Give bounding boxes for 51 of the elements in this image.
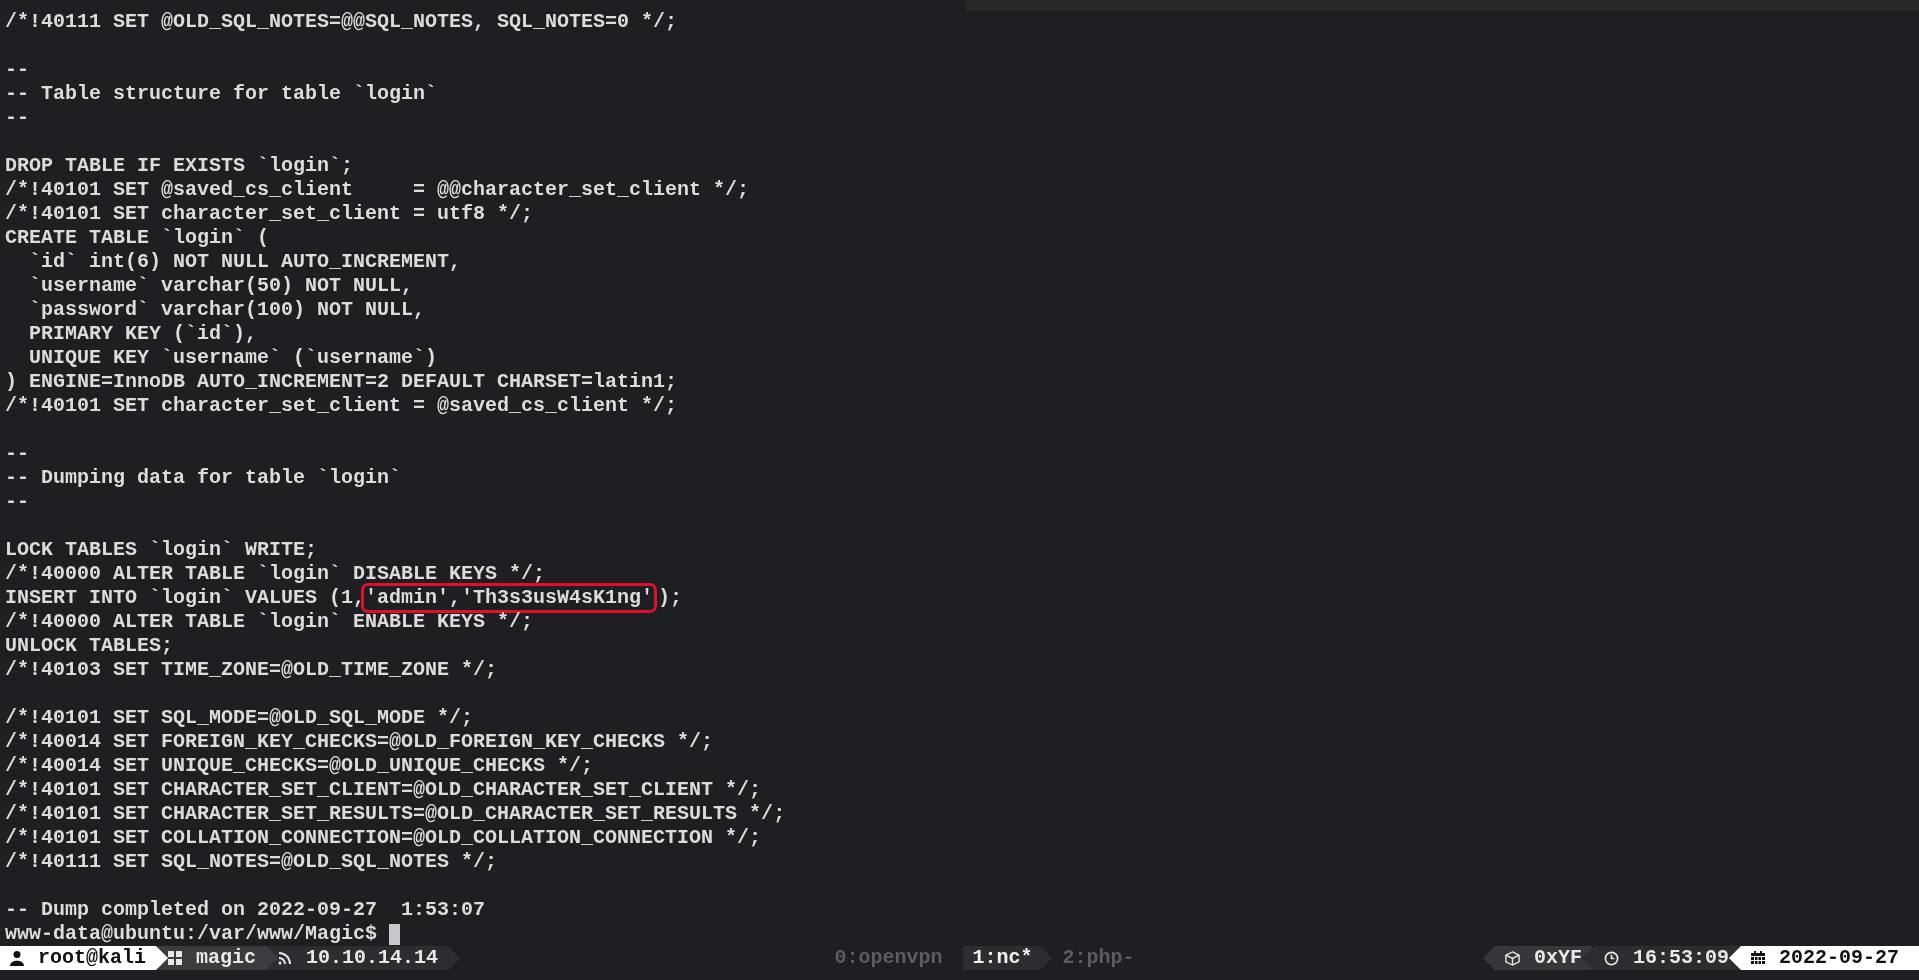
- status-text: 0xYF: [1533, 946, 1582, 970]
- clock-icon: [1603, 950, 1619, 966]
- status-text: 16:53:09: [1632, 946, 1729, 970]
- terminal-line: /*!40111 SET SQL_NOTES=@OLD_SQL_NOTES */;: [5, 850, 499, 874]
- terminal-line: /*!40014 SET UNIQUE_CHECKS=@OLD_UNIQUE_CHECKS */;: [5, 754, 595, 778]
- terminal-text: );: [658, 586, 683, 610]
- terminal-text: INSERT INTO `login` VALUES (1,: [5, 586, 366, 610]
- terminal-line: /*!40101 SET CHARACTER_SET_RESULTS=@OLD_CHARACTER_SET_RESULTS */;: [5, 802, 787, 826]
- terminal-line: /*!40101 SET COLLATION_CONNECTION=@OLD_COLLATION_CONNECTION */;: [5, 826, 763, 850]
- terminal-line: --: [5, 106, 30, 130]
- terminal-line: /*!40000 ALTER TABLE `login` ENABLE KEYS */;: [5, 610, 535, 634]
- terminal-line: ) ENGINE=InnoDB AUTO_INCREMENT=2 DEFAULT CHARSET=latin1;: [5, 370, 679, 394]
- grid-icon: [168, 951, 183, 965]
- window-tab[interactable]: 0:openvpn: [824, 946, 963, 970]
- terminal-line: `password` varchar(100) NOT NULL,: [28, 298, 427, 322]
- terminal-line: /*!40111 SET @OLD_SQL_NOTES=@@SQL_NOTES, SQL_NOTES=0 */;: [5, 10, 679, 34]
- rss-icon: [278, 951, 293, 965]
- cube-icon: [1504, 950, 1520, 966]
- terminal-line: /*!40103 SET TIME_ZONE=@OLD_TIME_ZONE */;: [5, 658, 499, 682]
- terminal-line: --: [5, 58, 30, 82]
- user-icon: [10, 950, 24, 966]
- shell-prompt: www-data@ubuntu:/var/www/Magic$: [5, 922, 378, 946]
- terminal-line: /*!40101 SET SQL_MODE=@OLD_SQL_MODE */;: [5, 706, 475, 730]
- terminal-line: `id` int(6) NOT NULL AUTO_INCREMENT,: [28, 250, 463, 274]
- highlight-box: 'admin','Th3s3usW4sK1ng': [364, 586, 655, 610]
- window-tab[interactable]: 1:nc*: [962, 946, 1053, 970]
- terminal-line: /*!40101 SET CHARACTER_SET_CLIENT=@OLD_CHARACTER_SET_CLIENT */;: [5, 778, 763, 802]
- terminal-line: `username` varchar(50) NOT NULL,: [28, 274, 415, 298]
- terminal-line: -- Table structure for table `login`: [5, 82, 439, 106]
- calendar-icon: [1750, 950, 1765, 966]
- terminal-line: DROP TABLE IF EXISTS `login`;: [5, 154, 355, 178]
- status-text: 2022-09-27: [1778, 946, 1899, 970]
- window-tab[interactable]: 2:php-: [1052, 946, 1155, 970]
- terminal-line: /*!40101 SET character_set_client = utf8 */;: [5, 202, 535, 226]
- terminal-line: PRIMARY KEY (`id`),: [28, 322, 259, 346]
- status-text: magic: [196, 946, 257, 970]
- terminal-line: --: [5, 490, 30, 514]
- terminal-line: UNLOCK TABLES;: [5, 634, 175, 658]
- terminal-line: /*!40014 SET FOREIGN_KEY_CHECKS=@OLD_FOREIGN_KEY_CHECKS */;: [5, 730, 715, 754]
- text-cursor: [389, 923, 401, 945]
- terminal-line: -- Dump completed on 2022-09-27 1:53:07: [5, 898, 487, 922]
- terminal-line: /*!40101 SET @saved_cs_client = @@character_set_client */;: [5, 178, 751, 202]
- terminal-line: /*!40000 ALTER TABLE `login` DISABLE KEYS */;: [5, 562, 547, 586]
- status-text: 10.10.14.14: [306, 946, 439, 970]
- terminal-line: --: [5, 442, 30, 466]
- terminal-line: /*!40101 SET character_set_client = @saved_cs_client */;: [5, 394, 679, 418]
- terminal-line: LOCK TABLES `login` WRITE;: [5, 538, 319, 562]
- terminal-line: UNIQUE KEY `username` (`username`): [28, 346, 439, 370]
- status-text: root@kali: [38, 946, 147, 970]
- terminal-line: CREATE TABLE `login` (: [5, 226, 271, 250]
- terminal-line: -- Dumping data for table `login`: [5, 466, 403, 490]
